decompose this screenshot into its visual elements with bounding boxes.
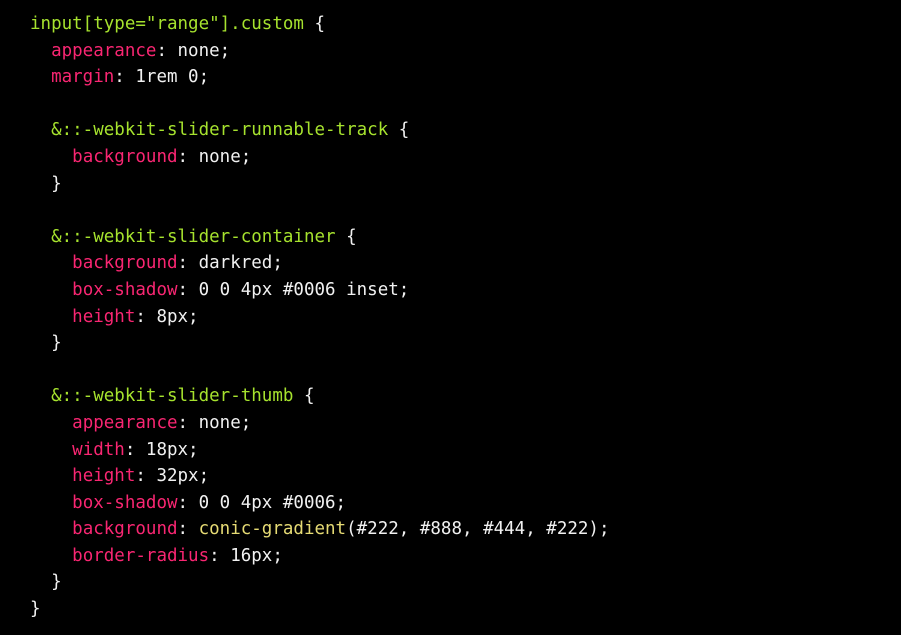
code-value: : 1rem 0; [114,67,210,88]
code-property: background [72,253,178,274]
css-code: input[type="range"].custom { appearance:… [30,11,901,623]
code-value: : 32px; [135,466,210,487]
code-line: } [30,596,901,623]
code-punctuation [30,253,72,273]
code-property: margin [51,67,115,88]
code-line: &::-webkit-slider-container { [30,224,901,251]
code-value: : darkred; [177,253,283,274]
code-line: border-radius: 16px; [30,543,901,570]
code-value: : 16px; [209,545,283,566]
code-punctuation [30,120,51,140]
code-punctuation [30,307,72,327]
code-punctuation: } [30,572,62,593]
code-line: background: none; [30,144,901,171]
code-punctuation: } [30,333,62,354]
code-property: border-radius [72,545,210,566]
code-value: : 8px; [135,306,199,327]
code-value: : 0 0 4px #0006 inset; [177,279,410,300]
code-line: appearance: none; [30,410,901,437]
code-punctuation [30,493,72,513]
code-value: : none; [177,412,252,433]
code-value: (#222, #888, #444, #222); [346,519,610,540]
code-punctuation: { [388,120,410,141]
code-block: input[type="range"].custom { appearance:… [0,0,901,635]
code-value: : 18px; [124,439,199,460]
code-line: width: 18px; [30,437,901,464]
code-line: } [30,171,901,198]
code-punctuation [30,280,72,300]
code-punctuation [30,519,72,539]
code-function: conic-gradient [198,519,347,540]
code-line: margin: 1rem 0; [30,64,901,91]
code-property: box-shadow [72,279,178,300]
code-punctuation [30,227,51,247]
code-punctuation [30,147,72,167]
code-punctuation: } [30,599,41,620]
code-line: box-shadow: 0 0 4px #0006 inset; [30,277,901,304]
code-punctuation: { [293,386,315,407]
code-property: background [72,146,178,167]
code-property: width [72,439,125,460]
code-punctuation [30,546,72,566]
code-selector: &::-webkit-slider-container [51,226,336,247]
code-value: : none; [177,146,252,167]
code-property: appearance [72,412,178,433]
code-selector: input[type="range"].custom [30,14,304,34]
code-value: : none; [156,40,231,61]
code-punctuation [30,41,51,61]
code-punctuation [30,386,51,406]
code-line: &::-webkit-slider-runnable-track { [30,117,901,144]
code-line: } [30,569,901,596]
code-punctuation: { [303,14,326,34]
code-punctuation: { [335,226,357,247]
code-property: background [72,519,178,540]
code-selector: &::-webkit-slider-runnable-track [51,120,389,141]
code-line: background: conic-gradient(#222, #888, #… [30,516,901,543]
code-line: box-shadow: 0 0 4px #0006; [30,490,901,517]
code-line: input[type="range"].custom { [30,11,901,38]
code-property: height [72,466,136,487]
code-line: height: 8px; [30,304,901,331]
code-line: appearance: none; [30,38,901,65]
code-value: : [177,519,199,540]
code-punctuation [30,466,72,486]
code-line: } [30,330,901,357]
code-line: &::-webkit-slider-thumb { [30,383,901,410]
code-property: height [72,306,136,327]
code-punctuation [30,67,51,87]
code-property: appearance [51,40,157,61]
code-property: box-shadow [72,492,178,513]
code-selector: &::-webkit-slider-thumb [51,386,294,407]
code-value: : 0 0 4px #0006; [177,492,347,513]
code-line: background: darkred; [30,250,901,277]
code-punctuation [30,413,72,433]
code-punctuation: } [30,173,62,194]
code-punctuation [30,440,72,460]
code-line: height: 32px; [30,463,901,490]
